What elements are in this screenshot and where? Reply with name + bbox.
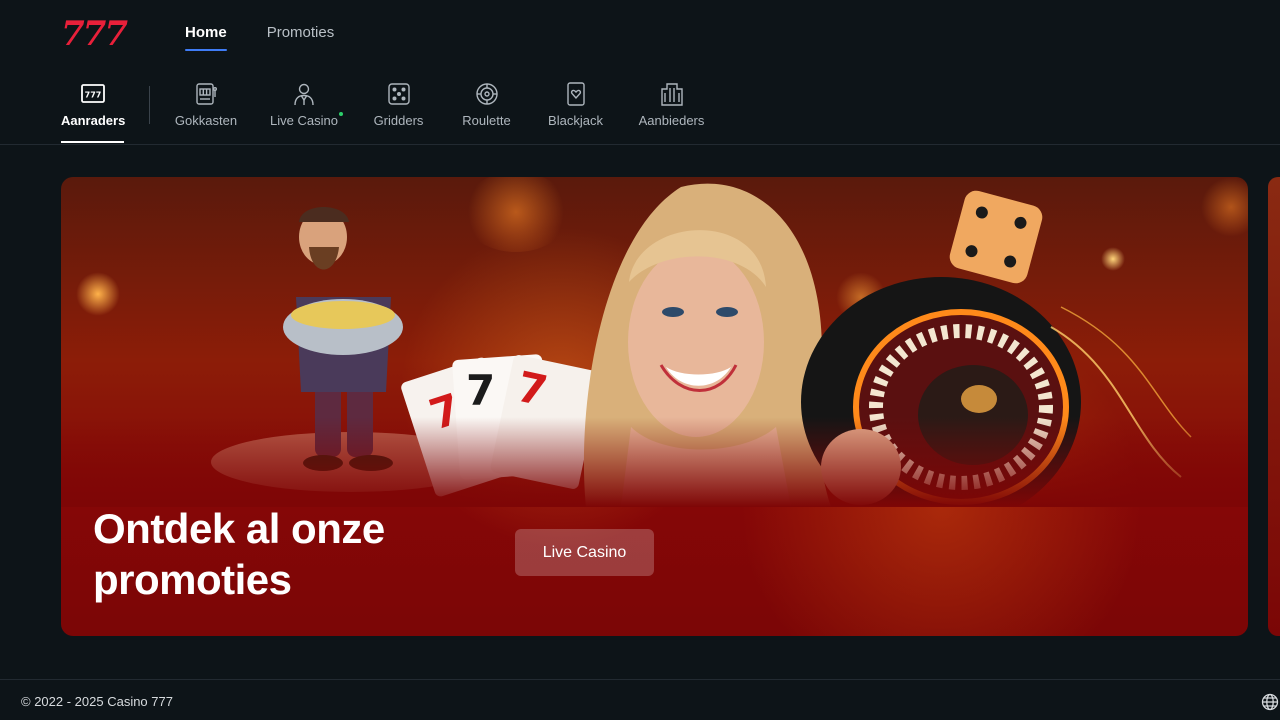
category-label: Live Casino <box>270 113 338 128</box>
svg-text:7: 7 <box>466 366 495 415</box>
category-gokkasten[interactable]: Gokkasten <box>173 80 239 143</box>
copyright-text: © 2022 - 2025 Casino 777 <box>21 694 173 709</box>
building-icon <box>658 80 686 108</box>
category-roulette[interactable]: Roulette <box>460 80 513 143</box>
category-divider <box>149 86 150 124</box>
category-label: Blackjack <box>548 113 603 128</box>
main-nav: Home Promoties <box>185 24 334 51</box>
live-indicator-dot <box>339 112 343 116</box>
category-label: Gokkasten <box>174 113 238 128</box>
playing-card-icon <box>562 80 590 108</box>
nav-home-link[interactable]: Home <box>185 24 227 51</box>
casino-777-logo[interactable]: 777 <box>61 14 128 54</box>
category-label: Gridders <box>373 113 424 128</box>
category-label: Aanraders <box>61 113 126 128</box>
category-gridders[interactable]: Gridders <box>371 80 426 143</box>
category-label: Roulette <box>462 113 511 128</box>
dealer-icon <box>290 80 318 108</box>
banner-title: Ontdek al onze promoties <box>93 505 385 603</box>
dice-illustration <box>949 190 1043 284</box>
roulette-icon <box>473 80 501 108</box>
category-aanraders[interactable]: 777 Aanraders <box>61 80 126 143</box>
next-banner-peek[interactable] <box>1268 177 1280 636</box>
svg-text:777: 777 <box>84 91 101 100</box>
footer: © 2022 - 2025 Casino 777 <box>0 679 1280 720</box>
category-label: Aanbieders <box>638 113 705 128</box>
slot-machine-icon <box>192 80 220 108</box>
banner-fade <box>61 417 1248 507</box>
category-live-casino[interactable]: Live Casino <box>269 80 343 143</box>
category-blackjack[interactable]: Blackjack <box>545 80 606 143</box>
live-casino-button[interactable]: Live Casino <box>515 529 654 576</box>
top-header: 777 Home Promoties <box>0 0 1280 68</box>
category-aanbieders[interactable]: Aanbieders <box>636 80 707 143</box>
dice-icon <box>385 80 413 108</box>
promo-banner[interactable]: 7 7 7 Ontdek al onze promoties Live Casi… <box>61 177 1248 636</box>
nav-promoties-link[interactable]: Promoties <box>267 24 335 51</box>
777-badge-icon: 777 <box>79 80 107 108</box>
category-nav: 777 Aanraders Gokkasten Live Casino Grid… <box>0 68 1280 145</box>
globe-icon[interactable] <box>1261 693 1279 711</box>
